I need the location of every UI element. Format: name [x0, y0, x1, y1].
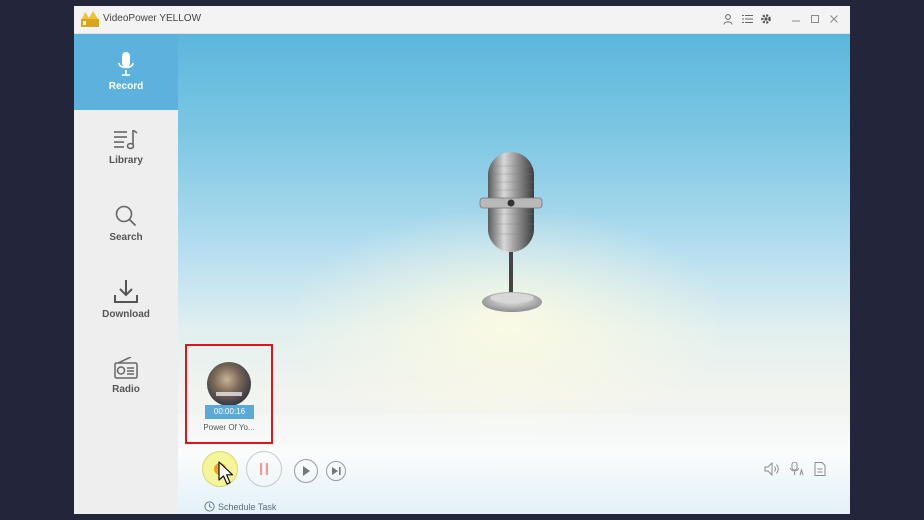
- crown-logo-icon: [81, 11, 99, 27]
- schedule-task-label: Schedule Task: [218, 501, 277, 512]
- search-icon: [115, 205, 137, 227]
- file-button[interactable]: [814, 462, 826, 481]
- sidebar-item-label: Radio: [112, 384, 140, 395]
- record-panel: 00:00:16 Power Of Yo... Schedule Task: [178, 34, 850, 514]
- album-art: [207, 362, 251, 406]
- file-icon: [814, 462, 826, 476]
- microphone-settings-button[interactable]: [790, 461, 804, 481]
- sidebar-item-record[interactable]: Record: [74, 34, 178, 110]
- sidebar-item-label: Library: [109, 155, 143, 166]
- volume-button[interactable]: [764, 461, 780, 481]
- play-icon: [303, 466, 310, 476]
- music-list-icon: [114, 130, 138, 150]
- clock-icon: [204, 501, 215, 512]
- track-duration: 00:00:16: [205, 405, 254, 419]
- title-bar: VideoPower YELLOW: [74, 6, 850, 34]
- volume-icon: [764, 461, 779, 477]
- gear-icon[interactable]: [758, 11, 774, 27]
- sidebar-item-label: Search: [109, 232, 143, 243]
- schedule-task-button[interactable]: Schedule Task: [204, 501, 276, 512]
- user-icon[interactable]: [720, 11, 736, 27]
- app-window: VideoPower YELLOW Record Library Search …: [74, 6, 850, 514]
- recorded-track-card[interactable]: 00:00:16 Power Of Yo...: [185, 344, 273, 444]
- radio-icon: [114, 357, 138, 379]
- close-icon[interactable]: [826, 11, 842, 27]
- sidebar-item-library[interactable]: Library: [74, 110, 178, 186]
- play-button[interactable]: [294, 459, 318, 483]
- pause-icon: [260, 463, 268, 475]
- maximize-icon[interactable]: [807, 11, 823, 27]
- microphone-icon: [118, 52, 134, 76]
- list-icon[interactable]: [739, 11, 755, 27]
- sidebar-item-label: Download: [102, 309, 150, 320]
- sidebar-item-radio[interactable]: Radio: [74, 338, 178, 414]
- playback-controls: [178, 444, 850, 494]
- download-icon: [114, 280, 138, 303]
- next-icon: [331, 467, 341, 475]
- track-title: Power Of Yo...: [203, 423, 255, 432]
- mouse-cursor-icon: [218, 461, 234, 485]
- minimize-icon[interactable]: [788, 11, 804, 27]
- pause-button[interactable]: [246, 451, 282, 487]
- sidebar-item-search[interactable]: Search: [74, 186, 178, 262]
- sidebar-item-label: Record: [108, 81, 144, 92]
- next-button[interactable]: [326, 461, 346, 481]
- sidebar: Record Library Search Download Radio: [74, 34, 179, 514]
- app-title: VideoPower YELLOW: [103, 13, 202, 24]
- studio-microphone-icon: [479, 152, 543, 312]
- sidebar-item-download[interactable]: Download: [74, 262, 178, 338]
- microphone-settings-icon: [790, 461, 804, 476]
